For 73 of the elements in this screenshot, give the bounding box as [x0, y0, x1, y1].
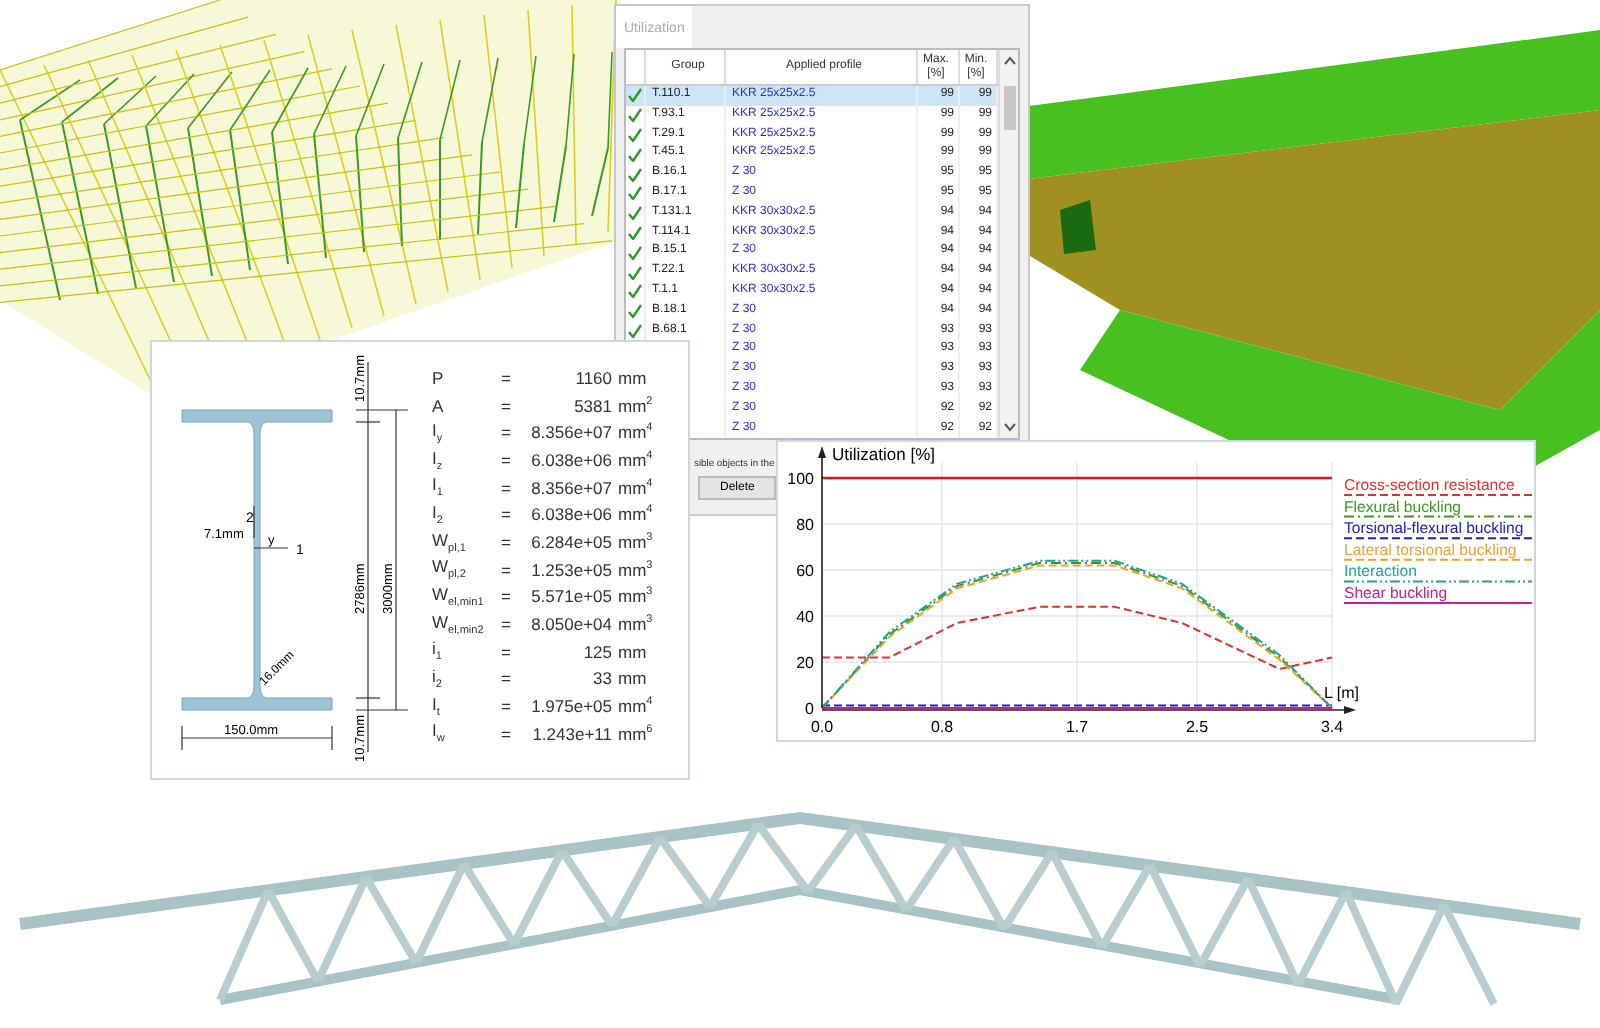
property-unit: mm	[616, 367, 649, 388]
equals-sign: =	[499, 723, 513, 744]
property-symbol: I$_{t}$	[432, 693, 442, 719]
property-symbol: W$_{el,min2}$	[432, 611, 486, 637]
property-value: 6.038e+06	[529, 449, 612, 470]
y-tick-label: 20	[796, 654, 814, 672]
property-value: 1.243e+11	[530, 723, 612, 744]
x-tick-label: 2.5	[1185, 718, 1209, 736]
property-symbol: I$_{2}$	[432, 501, 445, 528]
x-tick-label: 0.0	[810, 718, 834, 736]
equals-sign: =	[499, 422, 513, 443]
property-unit: mm$^{3}$	[616, 531, 655, 552]
equals-sign: =	[499, 641, 513, 662]
property-symbol: W$_{el,min1}$	[432, 584, 486, 610]
property-unit: mm$^{3}$	[616, 586, 655, 607]
y-tick-label: 100	[787, 470, 814, 488]
property-value: 8.050e+04	[529, 614, 612, 635]
x-axis-title: L [m]	[1324, 684, 1359, 702]
equals-sign: =	[499, 367, 513, 388]
property-value: 5381	[572, 395, 612, 416]
property-value: 6.284e+05	[529, 531, 612, 552]
property-unit: mm$^{3}$	[616, 559, 655, 580]
equals-sign: =	[499, 559, 513, 580]
equals-sign: =	[499, 614, 513, 635]
x-tick-label: 1.7	[1065, 718, 1089, 736]
property-unit: mm$^{4}$	[616, 422, 655, 443]
equals-sign: =	[499, 586, 513, 607]
equals-sign: =	[499, 696, 513, 717]
property-unit: mm	[616, 641, 649, 662]
y-tick-label: 0	[805, 700, 814, 718]
property-value: 125	[581, 641, 612, 662]
property-unit: mm$^{4}$	[616, 504, 655, 525]
equals-sign: =	[499, 395, 513, 416]
property-value: 8.356e+07	[529, 477, 612, 498]
property-value: 1.253e+05	[529, 559, 612, 580]
property-symbol: A	[432, 395, 446, 416]
y-axis-title: Utilization [%]	[832, 444, 935, 464]
y-tick-label: 60	[796, 562, 814, 580]
equals-sign: =	[499, 449, 513, 470]
property-value: 6.038e+06	[529, 504, 612, 525]
x-tick-label: 3.4	[1320, 718, 1344, 736]
property-unit: mm$^{4}$	[616, 477, 655, 498]
scroll-up-icon[interactable]	[1003, 56, 1015, 66]
property-symbol: i$_{1}$	[432, 638, 444, 665]
property-unit: mm	[616, 668, 649, 689]
property-symbol: I$_{y}$	[432, 419, 445, 446]
property-symbol: W$_{pl,1}$	[432, 529, 468, 555]
x-tick-label: 0.8	[930, 718, 954, 736]
scroll-down-icon[interactable]	[1003, 422, 1015, 433]
property-value: 8.356e+07	[529, 422, 612, 443]
property-unit: mm$^{4}$	[616, 696, 655, 717]
equals-sign: =	[499, 477, 513, 498]
equals-sign: =	[499, 504, 513, 525]
property-value: 5.571e+05	[529, 586, 612, 607]
property-symbol: I$_{w}$	[432, 720, 447, 747]
property-value: 1.975e+05	[529, 696, 612, 717]
scroll-thumb[interactable]	[1003, 86, 1015, 130]
equals-sign: =	[499, 668, 513, 689]
property-symbol: I$_{z}$	[432, 447, 445, 473]
property-unit: mm$^{6}$	[616, 723, 655, 744]
scrollbar[interactable]	[998, 50, 1018, 439]
y-tick-label: 80	[796, 516, 814, 534]
property-value: 33	[591, 668, 612, 689]
property-unit: mm$^{4}$	[616, 449, 655, 470]
property-value: 1160	[573, 367, 612, 388]
equals-sign: =	[499, 531, 513, 552]
property-symbol: i$_{2}$	[432, 666, 444, 692]
property-symbol: P	[432, 367, 446, 388]
property-unit: mm$^{2}$	[616, 395, 655, 416]
y-tick-label: 40	[796, 608, 814, 626]
property-unit: mm$^{3}$	[616, 614, 655, 635]
property-symbol: I$_{1}$	[432, 474, 445, 500]
property-symbol: W$_{pl,2}$	[432, 556, 468, 582]
